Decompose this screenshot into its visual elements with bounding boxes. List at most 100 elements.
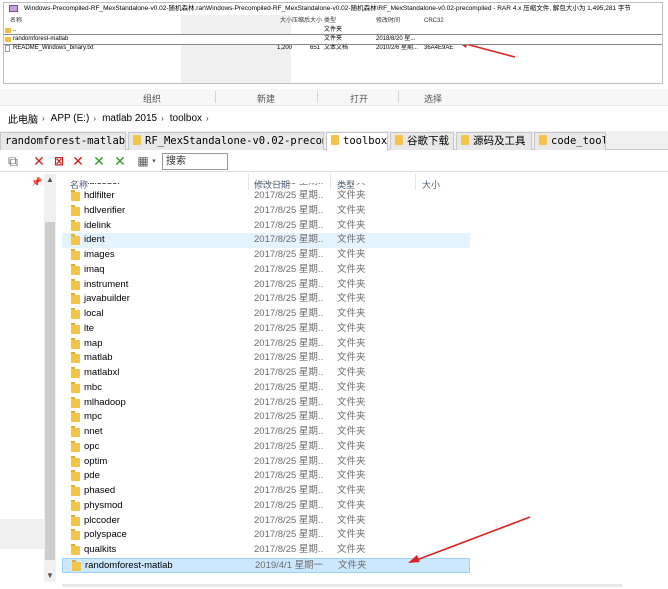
tab-source-and-tools[interactable]: 源码及工具 — [456, 132, 532, 150]
folder-row-phased[interactable]: phased 2017/8/25 星期... 文件夹 — [62, 484, 668, 499]
folder-row-randomforest-matlab[interactable]: randomforest-matlab 2019/4/1 星期一 ... 文件夹 — [62, 557, 470, 573]
ribbon-open: 打开 — [350, 94, 369, 104]
chevron-right-icon[interactable]: › — [42, 114, 45, 123]
folder-date: 2017/8/25 星期... — [254, 499, 324, 511]
breadcrumb-toolbox[interactable]: toolbox — [170, 113, 202, 124]
chevron-right-icon[interactable]: › — [161, 114, 164, 123]
rar-header-packed[interactable]: 压缩后大小 — [292, 17, 322, 26]
folder-row-polyspace[interactable]: polyspace 2017/8/25 星期... 文件夹 — [62, 528, 668, 543]
folder-date: 2017/8/25 星期... — [254, 381, 324, 393]
tab-label: 源码及工具 — [473, 135, 526, 147]
folder-icon — [71, 381, 80, 393]
search-input[interactable]: 搜索 — [162, 153, 228, 170]
folder-name: idelink — [84, 219, 111, 231]
rar-archive-window: Windows-Precompiled-RF_MexStandalone-v0.… — [3, 2, 663, 84]
file-list[interactable]: 名称 修改日期 类型 大小 hdlcoder2017/8/25 星期...文件夹… — [62, 174, 668, 584]
folder-row-opc[interactable]: opc 2017/8/25 星期... 文件夹 — [62, 440, 668, 455]
folder-type: 文件夹 — [337, 529, 366, 541]
chevron-right-icon[interactable]: › — [206, 114, 209, 123]
folder-date: 2017/8/25 星期... — [254, 455, 324, 467]
rar-header-name[interactable]: 名称 — [4, 17, 274, 26]
folder-row-local[interactable]: local 2017/8/25 星期... 文件夹 — [62, 307, 668, 322]
folder-row-matlab[interactable]: matlab 2017/8/25 星期... 文件夹 — [62, 351, 668, 366]
close-tab-icon[interactable]: ⊠ — [51, 154, 67, 169]
folder-date: 2017/8/25 星期... — [254, 308, 324, 319]
close-red-icon[interactable]: ✕ — [31, 154, 47, 169]
folder-type: 文件夹 — [337, 190, 366, 201]
folder-type: 文件夹 — [337, 337, 366, 349]
rar-row-packed — [292, 26, 320, 35]
vertical-scrollbar[interactable]: ▲ ▼ — [44, 174, 56, 582]
folder-row-ident[interactable]: ident 2017/8/25 星期... 文件夹 — [62, 233, 470, 248]
scroll-down-icon[interactable]: ▼ — [44, 570, 56, 582]
folder-row-mbc[interactable]: mbc 2017/8/25 星期... 文件夹 — [62, 381, 668, 396]
folder-date: 2017/8/25 星期... — [254, 293, 324, 305]
rar-header-size[interactable]: 大小 — [274, 17, 292, 26]
folder-date: 2017/8/25 星期... — [254, 234, 324, 246]
folder-row-map[interactable]: map 2017/8/25 星期... 文件夹 — [62, 337, 668, 352]
folder-row-instrument[interactable]: instrument 2017/8/25 星期... 文件夹 — [62, 278, 668, 293]
rar-header-modified[interactable]: 修改时间 — [374, 17, 422, 26]
tab-code-tools[interactable]: code_tools — [534, 132, 606, 150]
folder-row-mpc[interactable]: mpc 2017/8/25 星期... 文件夹 — [62, 410, 668, 425]
folder-icon — [71, 470, 80, 482]
rar-row-readme[interactable]: README_Windows_binary.txt 1,200 651 文本文档… — [4, 44, 662, 53]
tab-randomforest-matlab[interactable]: randomforest-matlab — [0, 132, 126, 150]
rar-row-parent[interactable]: .. 文件夹 — [4, 26, 662, 35]
folder-name: polyspace — [84, 529, 127, 541]
folder-row-qualkits[interactable]: qualkits 2017/8/25 星期... 文件夹 — [62, 543, 668, 558]
breadcrumb-this-pc[interactable]: 此电脑 — [8, 111, 38, 126]
folder-row-pde[interactable]: pde 2017/8/25 星期... 文件夹 — [62, 469, 668, 484]
close-others-icon[interactable]: ✕ — [70, 154, 86, 169]
folder-name: map — [84, 337, 103, 349]
address-bar[interactable]: 此电脑 › APP (E:) › matlab 2015 › toolbox › — [0, 108, 668, 128]
folder-row-plccoder[interactable]: plccoder 2017/8/25 星期... 文件夹 — [62, 514, 668, 529]
scrollbar-thumb[interactable] — [45, 222, 55, 560]
close-left-icon[interactable]: ✕ — [91, 154, 107, 169]
folder-row-javabuilder[interactable]: javabuilder 2017/8/25 星期... 文件夹 — [62, 292, 668, 307]
horizontal-scrollbar[interactable] — [62, 584, 622, 587]
folder-row-mlhadoop[interactable]: mlhadoop 2017/8/25 星期... 文件夹 — [62, 396, 668, 411]
nav-pane-shade — [0, 519, 44, 549]
rar-row-packed — [292, 35, 320, 44]
folder-row-images[interactable]: images 2017/8/25 星期... 文件夹 — [62, 248, 668, 263]
folder-row-hdlfilter[interactable]: hdlfilter 2017/8/25 星期... 文件夹 — [62, 189, 668, 204]
folder-row-nnet[interactable]: nnet 2017/8/25 星期... 文件夹 — [62, 425, 668, 440]
tab-google-downloads[interactable]: 谷歌下载 — [390, 132, 454, 150]
tab-toolbox[interactable]: toolbox — [326, 132, 388, 151]
rar-column-headers: 名称 大小 压缩后大小 类型 修改时间 CRC32 — [4, 17, 662, 26]
folder-type: 文件夹 — [337, 426, 366, 437]
folder-row-physmod[interactable]: physmod 2017/8/25 星期... 文件夹 — [62, 499, 668, 514]
folder-type: 文件夹 — [337, 204, 366, 216]
folder-row-matlabxl[interactable]: matlabxl 2017/8/25 星期... 文件夹 — [62, 366, 668, 381]
folder-type: 文件夹 — [337, 367, 366, 378]
pin-icon[interactable]: 📌 — [31, 177, 42, 188]
copy-window-icon[interactable]: ⧉ — [5, 154, 21, 169]
folder-name: nnet — [84, 426, 103, 437]
folder-date: 2017/8/25 星期... — [254, 219, 324, 231]
folder-row-imaq[interactable]: imaq 2017/8/25 星期... 文件夹 — [62, 263, 668, 278]
folder-row-optim[interactable]: optim 2017/8/25 星期... 文件夹 — [62, 455, 668, 470]
folder-icon — [71, 204, 80, 216]
rar-header-crc[interactable]: CRC32 — [422, 17, 462, 26]
close-right-icon[interactable]: ✕ — [112, 154, 128, 169]
tab-rf-mexstandalone[interactable]: RF_MexStandalone-v0.02-precompiled — [128, 132, 324, 150]
folder-type: 文件夹 — [337, 381, 366, 393]
navigation-pane[interactable] — [0, 174, 44, 582]
folder-type: 文件夹 — [337, 322, 366, 334]
breadcrumb-drive-e[interactable]: APP (E:) — [51, 113, 90, 124]
folder-row-idelink[interactable]: idelink 2017/8/25 星期... 文件夹 — [62, 219, 668, 234]
folder-type: 文件夹 — [337, 544, 366, 555]
folder-date: 2017/8/25 星期... — [254, 544, 324, 555]
chevron-down-icon[interactable]: ▾ — [149, 154, 159, 169]
rar-row-randomforest-matlab[interactable]: randomforest-matlab 文件夹 2018/8/20 星... — [4, 34, 662, 45]
folder-date: 2017/8/25 星期... — [254, 485, 324, 496]
folder-row-hdlverifier[interactable]: hdlverifier 2017/8/25 星期... 文件夹 — [62, 204, 668, 219]
folder-type: 文件夹 — [337, 278, 366, 290]
chevron-right-icon[interactable]: › — [93, 114, 96, 123]
folder-row-lte[interactable]: lte 2017/8/25 星期... 文件夹 — [62, 322, 668, 337]
scroll-up-icon[interactable]: ▲ — [44, 174, 56, 186]
rar-header-type[interactable]: 类型 — [320, 17, 374, 26]
folder-name: pde — [84, 470, 100, 482]
breadcrumb-matlab-2015[interactable]: matlab 2015 — [102, 113, 157, 124]
